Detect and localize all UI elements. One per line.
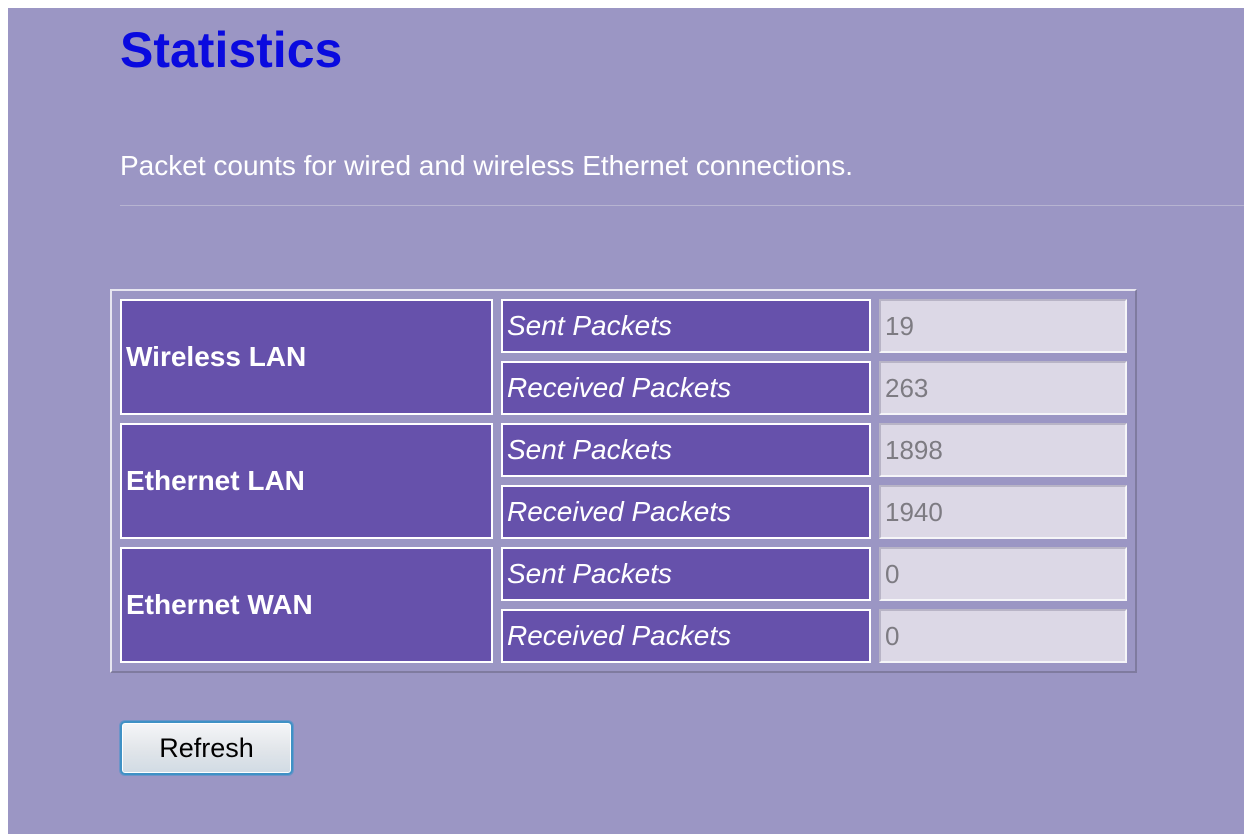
ethernet-wan-received-label: Received Packets <box>501 609 871 663</box>
ethernet-lan-sent-row: Ethernet LAN Sent Packets 1898 <box>120 423 1127 539</box>
ethernet-lan-label: Ethernet LAN <box>120 423 493 539</box>
ethernet-wan-sent-row: Ethernet WAN Sent Packets 0 <box>120 547 1127 663</box>
ethernet-lan-received-value: 1940 <box>879 485 1127 539</box>
packet-statistics-table: Wireless LAN Sent Packets 19 Received Pa… <box>110 289 1137 673</box>
wireless-lan-sent-row: Wireless LAN Sent Packets 19 <box>120 299 1127 415</box>
wireless-lan-label: Wireless LAN <box>120 299 493 415</box>
wireless-lan-sent-value: 19 <box>879 299 1127 353</box>
page-title: Statistics <box>120 22 343 78</box>
page-description: Packet counts for wired and wireless Eth… <box>120 150 854 181</box>
wireless-lan-sent-label: Sent Packets <box>501 299 871 353</box>
ethernet-lan-sent-value: 1898 <box>879 423 1127 477</box>
ethernet-lan-sent-label: Sent Packets <box>501 423 871 477</box>
ethernet-wan-received-value: 0 <box>879 609 1127 663</box>
ethernet-lan-received-label: Received Packets <box>501 485 871 539</box>
refresh-button[interactable]: Refresh <box>120 721 293 775</box>
ethernet-wan-sent-value: 0 <box>879 547 1127 601</box>
ethernet-wan-label: Ethernet WAN <box>120 547 493 663</box>
wireless-lan-received-value: 263 <box>879 361 1127 415</box>
section-divider <box>120 205 1244 206</box>
wireless-lan-received-label: Received Packets <box>501 361 871 415</box>
ethernet-wan-sent-label: Sent Packets <box>501 547 871 601</box>
